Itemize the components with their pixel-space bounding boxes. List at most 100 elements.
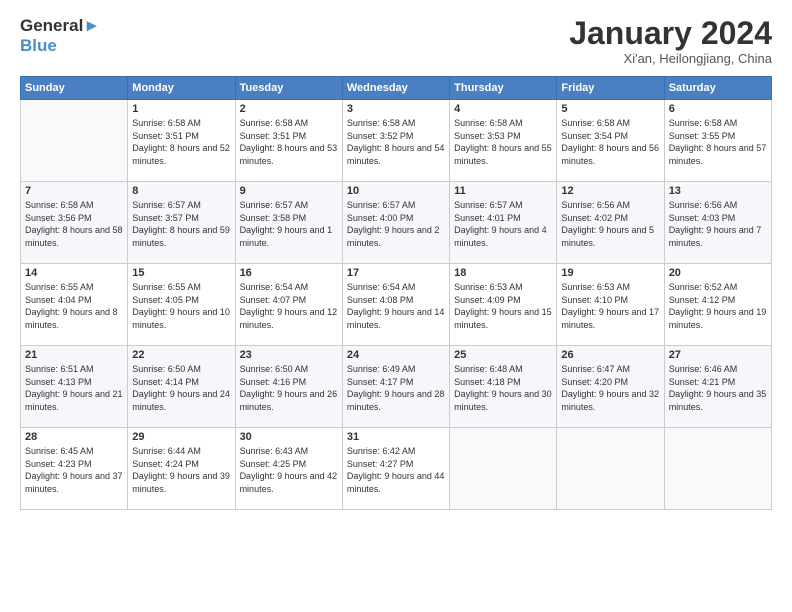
day-number: 10 bbox=[347, 185, 445, 197]
cell-1-4: 3 Sunrise: 6:58 AMSunset: 3:52 PMDaylight… bbox=[342, 100, 449, 182]
day-info: Sunrise: 6:57 AMSunset: 3:58 PMDaylight:… bbox=[240, 199, 338, 249]
cell-1-7: 6Sunrise: 6:58 AMSunset: 3:55 PMDaylight… bbox=[664, 100, 771, 182]
day-number: 17 bbox=[347, 267, 445, 279]
day-info: Sunrise: 6:47 AMSunset: 4:20 PMDaylight:… bbox=[561, 363, 659, 413]
col-header-wednesday: Wednesday bbox=[342, 77, 449, 100]
cell-2-3: 9Sunrise: 6:57 AMSunset: 3:58 PMDaylight… bbox=[235, 182, 342, 264]
week-row-2: 7 Sunrise: 6:58 AMSunset: 3:56 PMDaylight… bbox=[21, 182, 772, 264]
month-title: January 2024 bbox=[569, 16, 772, 51]
cell-5-2: 29 Sunrise: 6:44 AMSunset: 4:24 PMDayligh… bbox=[128, 428, 235, 510]
cell-4-2: 22Sunrise: 6:50 AMSunset: 4:14 PMDayligh… bbox=[128, 346, 235, 428]
logo-line1: General► bbox=[20, 16, 100, 36]
day-info: Sunrise: 6:42 AMSunset: 4:27 PMDaylight:… bbox=[347, 445, 445, 495]
cell-4-3: 23 Sunrise: 6:50 AMSunset: 4:16 PMDayligh… bbox=[235, 346, 342, 428]
cell-4-6: 26 Sunrise: 6:47 AMSunset: 4:20 PMDayligh… bbox=[557, 346, 664, 428]
page: General► Blue January 2024 Xi'an, Heilon… bbox=[0, 0, 792, 612]
col-header-thursday: Thursday bbox=[450, 77, 557, 100]
cell-1-6: 5Sunrise: 6:58 AMSunset: 3:54 PMDaylight… bbox=[557, 100, 664, 182]
col-header-tuesday: Tuesday bbox=[235, 77, 342, 100]
cell-3-7: 20 Sunrise: 6:52 AMSunset: 4:12 PMDayligh… bbox=[664, 264, 771, 346]
day-number: 4 bbox=[454, 103, 552, 115]
day-info: Sunrise: 6:57 AMSunset: 4:00 PMDaylight:… bbox=[347, 199, 445, 249]
day-number: 5 bbox=[561, 103, 659, 115]
day-number: 23 bbox=[240, 349, 338, 361]
title-block: January 2024 Xi'an, Heilongjiang, China bbox=[569, 16, 772, 66]
day-info: Sunrise: 6:58 AMSunset: 3:56 PMDaylight:… bbox=[25, 199, 123, 249]
day-info: Sunrise: 6:54 AMSunset: 4:07 PMDaylight:… bbox=[240, 281, 338, 331]
day-number: 12 bbox=[561, 185, 659, 197]
cell-5-6 bbox=[557, 428, 664, 510]
day-info: Sunrise: 6:44 AMSunset: 4:24 PMDaylight:… bbox=[132, 445, 230, 495]
day-info: Sunrise: 6:53 AMSunset: 4:09 PMDaylight:… bbox=[454, 281, 552, 331]
day-number: 20 bbox=[669, 267, 767, 279]
day-number: 7 bbox=[25, 185, 123, 197]
col-header-saturday: Saturday bbox=[664, 77, 771, 100]
day-number: 31 bbox=[347, 431, 445, 443]
cell-5-4: 31 Sunrise: 6:42 AMSunset: 4:27 PMDayligh… bbox=[342, 428, 449, 510]
header: General► Blue January 2024 Xi'an, Heilon… bbox=[20, 16, 772, 66]
day-number: 18 bbox=[454, 267, 552, 279]
cell-5-5 bbox=[450, 428, 557, 510]
day-number: 25 bbox=[454, 349, 552, 361]
cell-3-6: 19Sunrise: 6:53 AMSunset: 4:10 PMDayligh… bbox=[557, 264, 664, 346]
day-number: 13 bbox=[669, 185, 767, 197]
cell-5-3: 30Sunrise: 6:43 AMSunset: 4:25 PMDayligh… bbox=[235, 428, 342, 510]
cell-1-1 bbox=[21, 100, 128, 182]
day-info: Sunrise: 6:53 AMSunset: 4:10 PMDaylight:… bbox=[561, 281, 659, 331]
day-info: Sunrise: 6:55 AMSunset: 4:05 PMDaylight:… bbox=[132, 281, 230, 331]
cell-3-3: 16 Sunrise: 6:54 AMSunset: 4:07 PMDayligh… bbox=[235, 264, 342, 346]
day-info: Sunrise: 6:56 AMSunset: 4:02 PMDaylight:… bbox=[561, 199, 659, 249]
logo: General► Blue bbox=[20, 16, 100, 55]
col-header-friday: Friday bbox=[557, 77, 664, 100]
day-info: Sunrise: 6:58 AMSunset: 3:52 PMDaylight:… bbox=[347, 117, 445, 167]
day-info: Sunrise: 6:58 AMSunset: 3:51 PMDaylight:… bbox=[132, 117, 230, 167]
day-info: Sunrise: 6:58 AMSunset: 3:55 PMDaylight:… bbox=[669, 117, 767, 167]
cell-1-5: 4Sunrise: 6:58 AMSunset: 3:53 PMDaylight… bbox=[450, 100, 557, 182]
cell-4-5: 25 Sunrise: 6:48 AMSunset: 4:18 PMDayligh… bbox=[450, 346, 557, 428]
week-row-3: 14Sunrise: 6:55 AMSunset: 4:04 PMDayligh… bbox=[21, 264, 772, 346]
day-number: 1 bbox=[132, 103, 230, 115]
day-info: Sunrise: 6:46 AMSunset: 4:21 PMDaylight:… bbox=[669, 363, 767, 413]
week-row-5: 28 Sunrise: 6:45 AMSunset: 4:23 PMDayligh… bbox=[21, 428, 772, 510]
logo-line2: Blue bbox=[20, 36, 100, 56]
cell-5-7 bbox=[664, 428, 771, 510]
cell-1-3: 2 Sunrise: 6:58 AMSunset: 3:51 PMDaylight… bbox=[235, 100, 342, 182]
day-number: 11 bbox=[454, 185, 552, 197]
day-info: Sunrise: 6:45 AMSunset: 4:23 PMDaylight:… bbox=[25, 445, 123, 495]
day-info: Sunrise: 6:50 AMSunset: 4:16 PMDaylight:… bbox=[240, 363, 338, 413]
cell-3-1: 14Sunrise: 6:55 AMSunset: 4:04 PMDayligh… bbox=[21, 264, 128, 346]
cell-2-1: 7 Sunrise: 6:58 AMSunset: 3:56 PMDaylight… bbox=[21, 182, 128, 264]
cell-3-4: 17 Sunrise: 6:54 AMSunset: 4:08 PMDayligh… bbox=[342, 264, 449, 346]
day-number: 21 bbox=[25, 349, 123, 361]
day-info: Sunrise: 6:58 AMSunset: 3:51 PMDaylight:… bbox=[240, 117, 338, 167]
cell-3-5: 18 Sunrise: 6:53 AMSunset: 4:09 PMDayligh… bbox=[450, 264, 557, 346]
day-info: Sunrise: 6:48 AMSunset: 4:18 PMDaylight:… bbox=[454, 363, 552, 413]
day-number: 2 bbox=[240, 103, 338, 115]
cell-2-5: 11 Sunrise: 6:57 AMSunset: 4:01 PMDayligh… bbox=[450, 182, 557, 264]
header-row: SundayMondayTuesdayWednesdayThursdayFrid… bbox=[21, 77, 772, 100]
col-header-monday: Monday bbox=[128, 77, 235, 100]
day-info: Sunrise: 6:52 AMSunset: 4:12 PMDaylight:… bbox=[669, 281, 767, 331]
day-number: 26 bbox=[561, 349, 659, 361]
day-info: Sunrise: 6:54 AMSunset: 4:08 PMDaylight:… bbox=[347, 281, 445, 331]
day-info: Sunrise: 6:56 AMSunset: 4:03 PMDaylight:… bbox=[669, 199, 767, 249]
week-row-4: 21Sunrise: 6:51 AMSunset: 4:13 PMDayligh… bbox=[21, 346, 772, 428]
day-number: 28 bbox=[25, 431, 123, 443]
day-number: 16 bbox=[240, 267, 338, 279]
week-row-1: 1 Sunrise: 6:58 AMSunset: 3:51 PMDaylight… bbox=[21, 100, 772, 182]
cell-2-4: 10 Sunrise: 6:57 AMSunset: 4:00 PMDayligh… bbox=[342, 182, 449, 264]
cell-2-6: 12 Sunrise: 6:56 AMSunset: 4:02 PMDayligh… bbox=[557, 182, 664, 264]
cell-1-2: 1 Sunrise: 6:58 AMSunset: 3:51 PMDaylight… bbox=[128, 100, 235, 182]
day-info: Sunrise: 6:57 AMSunset: 3:57 PMDaylight:… bbox=[132, 199, 230, 249]
cell-3-2: 15Sunrise: 6:55 AMSunset: 4:05 PMDayligh… bbox=[128, 264, 235, 346]
day-number: 24 bbox=[347, 349, 445, 361]
day-info: Sunrise: 6:50 AMSunset: 4:14 PMDaylight:… bbox=[132, 363, 230, 413]
cell-4-7: 27Sunrise: 6:46 AMSunset: 4:21 PMDayligh… bbox=[664, 346, 771, 428]
day-number: 30 bbox=[240, 431, 338, 443]
cell-2-7: 13 Sunrise: 6:56 AMSunset: 4:03 PMDayligh… bbox=[664, 182, 771, 264]
day-number: 29 bbox=[132, 431, 230, 443]
cell-5-1: 28 Sunrise: 6:45 AMSunset: 4:23 PMDayligh… bbox=[21, 428, 128, 510]
day-number: 14 bbox=[25, 267, 123, 279]
day-number: 3 bbox=[347, 103, 445, 115]
day-info: Sunrise: 6:57 AMSunset: 4:01 PMDaylight:… bbox=[454, 199, 552, 249]
